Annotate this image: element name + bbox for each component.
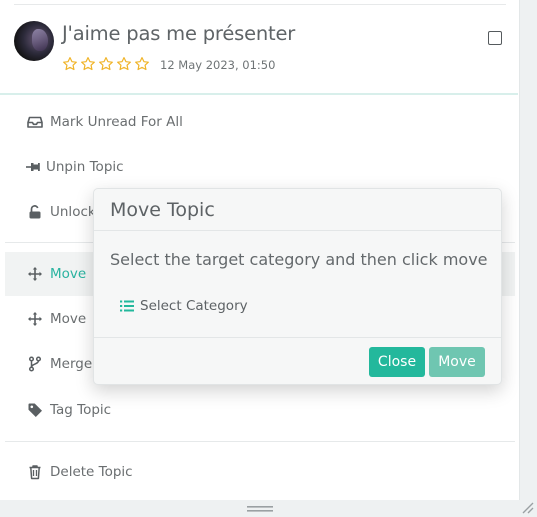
topic-title[interactable]: J'aime pas me présenter xyxy=(62,22,295,45)
select-category-button[interactable]: Select Category xyxy=(120,298,248,314)
trash-icon xyxy=(29,465,41,480)
menu-item-label: Move xyxy=(50,311,87,327)
star-icon[interactable] xyxy=(80,56,96,72)
modal-footer-divider xyxy=(94,337,501,338)
menu-item-label: Unlock xyxy=(50,204,96,220)
list-icon xyxy=(120,300,134,312)
star-icon[interactable] xyxy=(134,56,150,72)
menu-item-label: Unpin Topic xyxy=(46,159,124,175)
rating-stars[interactable] xyxy=(62,56,150,72)
unpin-icon xyxy=(26,163,40,171)
menu-item-tag-topic[interactable]: Tag Topic xyxy=(5,394,515,426)
topic-date: 12 May 2023, 01:50 xyxy=(160,58,276,72)
move-button[interactable]: Move xyxy=(429,347,485,377)
menu-item-label: Move xyxy=(50,266,87,282)
menu-item-label: Merge xyxy=(50,356,93,372)
move-icon xyxy=(28,267,42,281)
drag-handle-icon[interactable] xyxy=(247,506,273,512)
avatar[interactable] xyxy=(14,21,54,61)
header-accent-line xyxy=(0,93,518,95)
unlock-icon xyxy=(29,205,41,219)
move-topic-modal: Move Topic Select the target category an… xyxy=(93,188,502,385)
star-icon[interactable] xyxy=(98,56,114,72)
menu-item-label: Delete Topic xyxy=(50,464,133,480)
menu-item-unpin[interactable]: Unpin Topic xyxy=(5,151,515,183)
modal-instructions: Select the target category and then clic… xyxy=(110,250,488,269)
tag-icon xyxy=(28,403,42,417)
move-icon xyxy=(28,312,42,326)
topic-header: J'aime pas me présenter 12 May 2023, 01:… xyxy=(0,5,518,95)
modal-divider xyxy=(94,230,501,231)
modal-title: Move Topic xyxy=(110,199,215,221)
inbox-icon xyxy=(27,116,43,128)
menu-item-delete-topic[interactable]: Delete Topic xyxy=(5,456,515,488)
resize-handle-icon[interactable] xyxy=(520,500,534,514)
star-icon[interactable] xyxy=(62,56,78,72)
menu-divider xyxy=(5,441,515,442)
star-icon[interactable] xyxy=(116,56,132,72)
select-checkbox[interactable] xyxy=(488,31,502,45)
menu-item-label: Tag Topic xyxy=(50,402,112,418)
close-button[interactable]: Close xyxy=(369,347,425,377)
menu-item-mark-unread[interactable]: Mark Unread For All xyxy=(5,106,515,138)
menu-item-label: Mark Unread For All xyxy=(50,114,183,130)
merge-icon xyxy=(28,356,42,372)
select-category-label: Select Category xyxy=(140,298,248,314)
